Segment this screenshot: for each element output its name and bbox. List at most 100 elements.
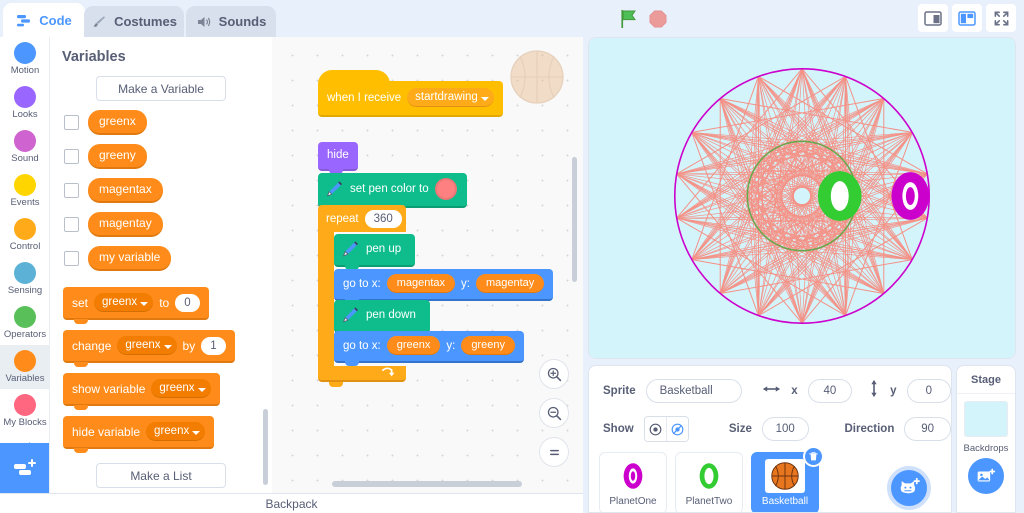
go-to-xy-block-2[interactable]: go to x: greenx y: greeny xyxy=(334,331,524,366)
backdrops-label: Backdrops xyxy=(963,443,1009,454)
show-toggle-group xyxy=(643,416,689,442)
delete-sprite-button[interactable] xyxy=(803,446,824,467)
tab-code[interactable]: Code xyxy=(3,3,85,37)
zoom-out-button[interactable] xyxy=(539,398,569,428)
tab-sounds[interactable]: Sounds xyxy=(186,6,276,37)
y-variable-slot[interactable]: greeny xyxy=(461,336,515,355)
hide-block[interactable]: hide xyxy=(318,142,358,174)
direction-input[interactable]: 90 xyxy=(904,417,951,441)
sprite-name-input[interactable]: Basketball xyxy=(645,379,743,403)
variable-checkbox[interactable] xyxy=(64,217,79,232)
variable-block[interactable]: my variable xyxy=(88,246,172,271)
variable-row: greenx xyxy=(64,110,272,135)
set-variable-dropdown[interactable]: greenx xyxy=(94,293,154,312)
palette-scrollbar[interactable] xyxy=(263,409,268,485)
workspace-vertical-scrollbar[interactable] xyxy=(572,157,577,282)
x-variable-slot[interactable]: magentax xyxy=(386,274,456,293)
show-variable-block[interactable]: show variable greenx xyxy=(63,373,220,410)
go-to-y-label: y: xyxy=(446,339,456,352)
when-i-receive-label: when I receive xyxy=(327,91,402,104)
hide-variable-dropdown[interactable]: greenx xyxy=(146,422,206,441)
variable-block[interactable]: greenx xyxy=(88,110,147,135)
large-stage-button[interactable] xyxy=(952,4,982,32)
variable-block[interactable]: magentax xyxy=(88,178,163,203)
change-variable-block[interactable]: change greenx by 1 xyxy=(63,330,235,367)
set-variable-block-wrap: set greenx to 0 xyxy=(50,287,272,324)
variable-checkbox[interactable] xyxy=(64,115,79,130)
y-input[interactable]: 0 xyxy=(906,379,951,403)
when-i-receive-block[interactable]: when I receive startdrawing xyxy=(318,70,503,117)
change-label: change xyxy=(72,338,112,353)
fullscreen-button[interactable] xyxy=(986,4,1016,32)
hat-block-top xyxy=(318,70,390,84)
zoom-reset-button[interactable] xyxy=(539,437,569,467)
variable-row: magentay xyxy=(64,212,272,237)
make-a-variable-button[interactable]: Make a Variable xyxy=(96,76,226,101)
stage[interactable] xyxy=(588,37,1016,359)
repeat-label: repeat xyxy=(326,213,359,225)
pen-down-block[interactable]: pen down xyxy=(334,300,430,336)
show-variable-dropdown[interactable]: greenx xyxy=(151,379,211,398)
y-variable-slot[interactable]: magentay xyxy=(475,274,545,293)
message-dropdown[interactable]: startdrawing xyxy=(407,88,494,107)
tab-costumes[interactable]: Costumes xyxy=(84,6,184,37)
category-color-dot xyxy=(14,394,36,416)
zoom-in-button[interactable] xyxy=(539,359,569,389)
variable-block[interactable]: magentay xyxy=(88,212,163,237)
set-value-input[interactable]: 0 xyxy=(175,293,200,312)
pen-up-block[interactable]: pen up xyxy=(334,234,416,270)
show-hidden-button[interactable] xyxy=(666,417,688,441)
category-sensing[interactable]: Sensing xyxy=(0,257,49,301)
make-a-list-button[interactable]: Make a List xyxy=(96,463,226,488)
workspace-horizontal-scrollbar[interactable] xyxy=(332,481,522,487)
change-value-input[interactable]: 1 xyxy=(201,336,226,355)
category-variables[interactable]: Variables xyxy=(0,345,49,389)
zoom-in-icon xyxy=(547,367,561,381)
add-extension-button[interactable] xyxy=(0,443,49,493)
backpack-bar[interactable]: Backpack xyxy=(0,493,583,513)
hide-variable-block[interactable]: hide variable greenx xyxy=(63,416,215,453)
repeat-count-input[interactable]: 360 xyxy=(364,210,402,228)
set-variable-block[interactable]: set greenx to 0 xyxy=(63,287,209,324)
code-workspace[interactable]: when I receive startdrawing hide set pen… xyxy=(272,37,583,493)
stage-selector-panel[interactable]: Stage Backdrops xyxy=(956,365,1016,513)
block-palette[interactable]: Variables Make a Variable greenx greeny … xyxy=(50,37,272,493)
backdrop-thumbnail[interactable] xyxy=(964,401,1008,437)
variable-checkbox[interactable] xyxy=(64,149,79,164)
pen-icon xyxy=(324,179,344,199)
category-control[interactable]: Control xyxy=(0,213,49,257)
green-planet-thumb-icon xyxy=(689,459,729,493)
add-sprite-button[interactable] xyxy=(887,466,931,510)
green-flag-icon[interactable] xyxy=(618,8,640,30)
show-visible-button[interactable] xyxy=(644,417,667,441)
set-pen-color-block[interactable]: set pen color to xyxy=(318,173,467,211)
x-input[interactable]: 40 xyxy=(807,379,853,403)
change-variable-dropdown[interactable]: greenx xyxy=(117,336,177,355)
x-variable-slot[interactable]: greenx xyxy=(386,336,441,355)
category-my-blocks[interactable]: My Blocks xyxy=(0,389,49,433)
pen-icon xyxy=(340,239,360,259)
category-looks[interactable]: Looks xyxy=(0,81,49,125)
category-label: Variables xyxy=(5,373,45,384)
sprite-thumb-basketball[interactable]: Basketball xyxy=(751,446,824,512)
variable-block[interactable]: greeny xyxy=(88,144,147,169)
sprite-thumb-planettwo[interactable]: PlanetTwo xyxy=(675,452,743,512)
tab-sounds-label: Sounds xyxy=(218,14,267,29)
stage-canvas xyxy=(589,38,1015,358)
size-input[interactable]: 100 xyxy=(761,417,809,441)
category-events[interactable]: Events xyxy=(0,169,49,213)
category-motion[interactable]: Motion xyxy=(0,37,49,81)
stop-sign-icon[interactable] xyxy=(649,10,667,28)
add-backdrop-button[interactable] xyxy=(968,458,1004,494)
add-sprite-cat-icon xyxy=(900,477,920,494)
show-variable-block-wrap: show variable greenx xyxy=(50,373,272,410)
pen-color-swatch[interactable] xyxy=(434,178,457,200)
sprite-thumb-planetone[interactable]: PlanetOne xyxy=(599,452,667,512)
small-stage-button[interactable] xyxy=(918,4,948,32)
zoom-reset-icon xyxy=(549,449,559,455)
category-sound[interactable]: Sound xyxy=(0,125,49,169)
category-operators[interactable]: Operators xyxy=(0,301,49,345)
variable-checkbox[interactable] xyxy=(64,183,79,198)
go-to-xy-block-1[interactable]: go to x: magentax y: magentay xyxy=(334,269,554,304)
variable-checkbox[interactable] xyxy=(64,251,79,266)
